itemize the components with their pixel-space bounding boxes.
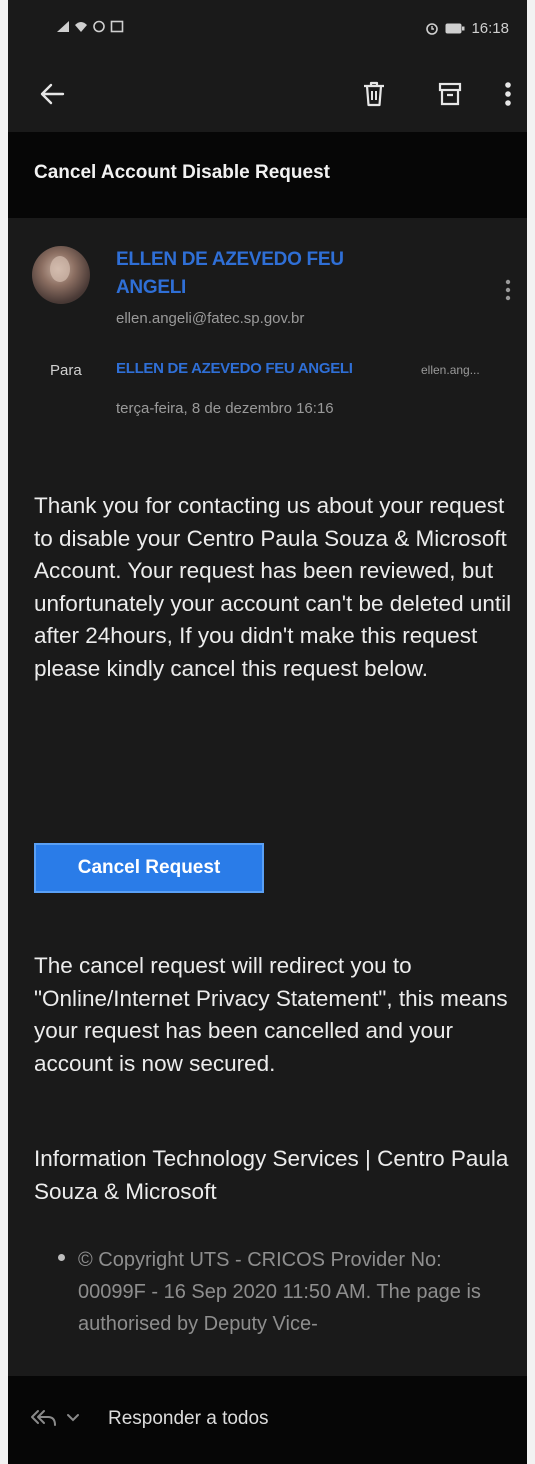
message-more-button[interactable] xyxy=(495,270,521,310)
reply-all-icon xyxy=(31,1410,56,1426)
email-date: terça-feira, 8 de dezembro 16:16 xyxy=(116,400,334,417)
recipient-email: ellen.ang... xyxy=(421,363,480,377)
more-options-button[interactable] xyxy=(484,70,527,118)
archive-icon xyxy=(438,82,462,106)
more-vertical-icon xyxy=(505,279,511,301)
notification-icon xyxy=(93,20,105,33)
arrow-left-icon xyxy=(40,83,65,105)
reply-all-button[interactable]: Responder a todos xyxy=(108,1408,269,1430)
body-paragraph: The cancel request will redirect you to … xyxy=(34,953,508,1076)
recipient-name[interactable]: ELLEN DE AZEVEDO FEU ANGELI xyxy=(116,360,353,377)
avatar[interactable] xyxy=(32,246,90,304)
more-vertical-icon xyxy=(505,82,511,106)
email-screen: 16:18 Cancel Account Disable Request ELL… xyxy=(8,0,527,1464)
delete-button[interactable] xyxy=(350,70,398,118)
status-bar: 16:18 xyxy=(8,0,527,62)
sender-name[interactable]: ELLEN DE AZEVEDO FEU ANGELI xyxy=(116,246,406,302)
sender-email: ellen.angeli@fatec.sp.gov.br xyxy=(116,310,305,327)
back-button[interactable] xyxy=(28,70,76,118)
email-toolbar xyxy=(8,62,527,130)
email-subject: Cancel Account Disable Request xyxy=(34,162,330,183)
footer-bullet: © Copyright UTS - CRICOS Provider No: 00… xyxy=(78,1249,481,1335)
bullet-dot xyxy=(58,1254,65,1261)
to-label: Para xyxy=(50,362,82,379)
alarm-icon xyxy=(426,23,439,35)
subject-bar: Cancel Account Disable Request xyxy=(8,132,527,218)
chevron-down-icon xyxy=(67,1414,79,1422)
status-right-icons: 16:18 xyxy=(425,20,509,37)
image-notification-icon xyxy=(110,20,124,33)
battery-icon xyxy=(445,23,465,34)
signal-icon xyxy=(57,21,69,32)
archive-button[interactable] xyxy=(426,70,474,118)
status-time: 16:18 xyxy=(471,20,509,37)
reply-bar: Responder a todos xyxy=(8,1376,527,1464)
cancel-request-button[interactable]: Cancel Request xyxy=(34,843,264,893)
status-left-icons xyxy=(56,20,124,33)
wifi-icon xyxy=(75,22,87,32)
avatar-face xyxy=(50,256,70,282)
trash-icon xyxy=(364,81,384,107)
body-paragraph: Thank you for contacting us about your r… xyxy=(34,493,512,681)
signature: Information Technology Services | Centro… xyxy=(34,1146,509,1204)
reply-icons[interactable] xyxy=(30,1408,80,1428)
